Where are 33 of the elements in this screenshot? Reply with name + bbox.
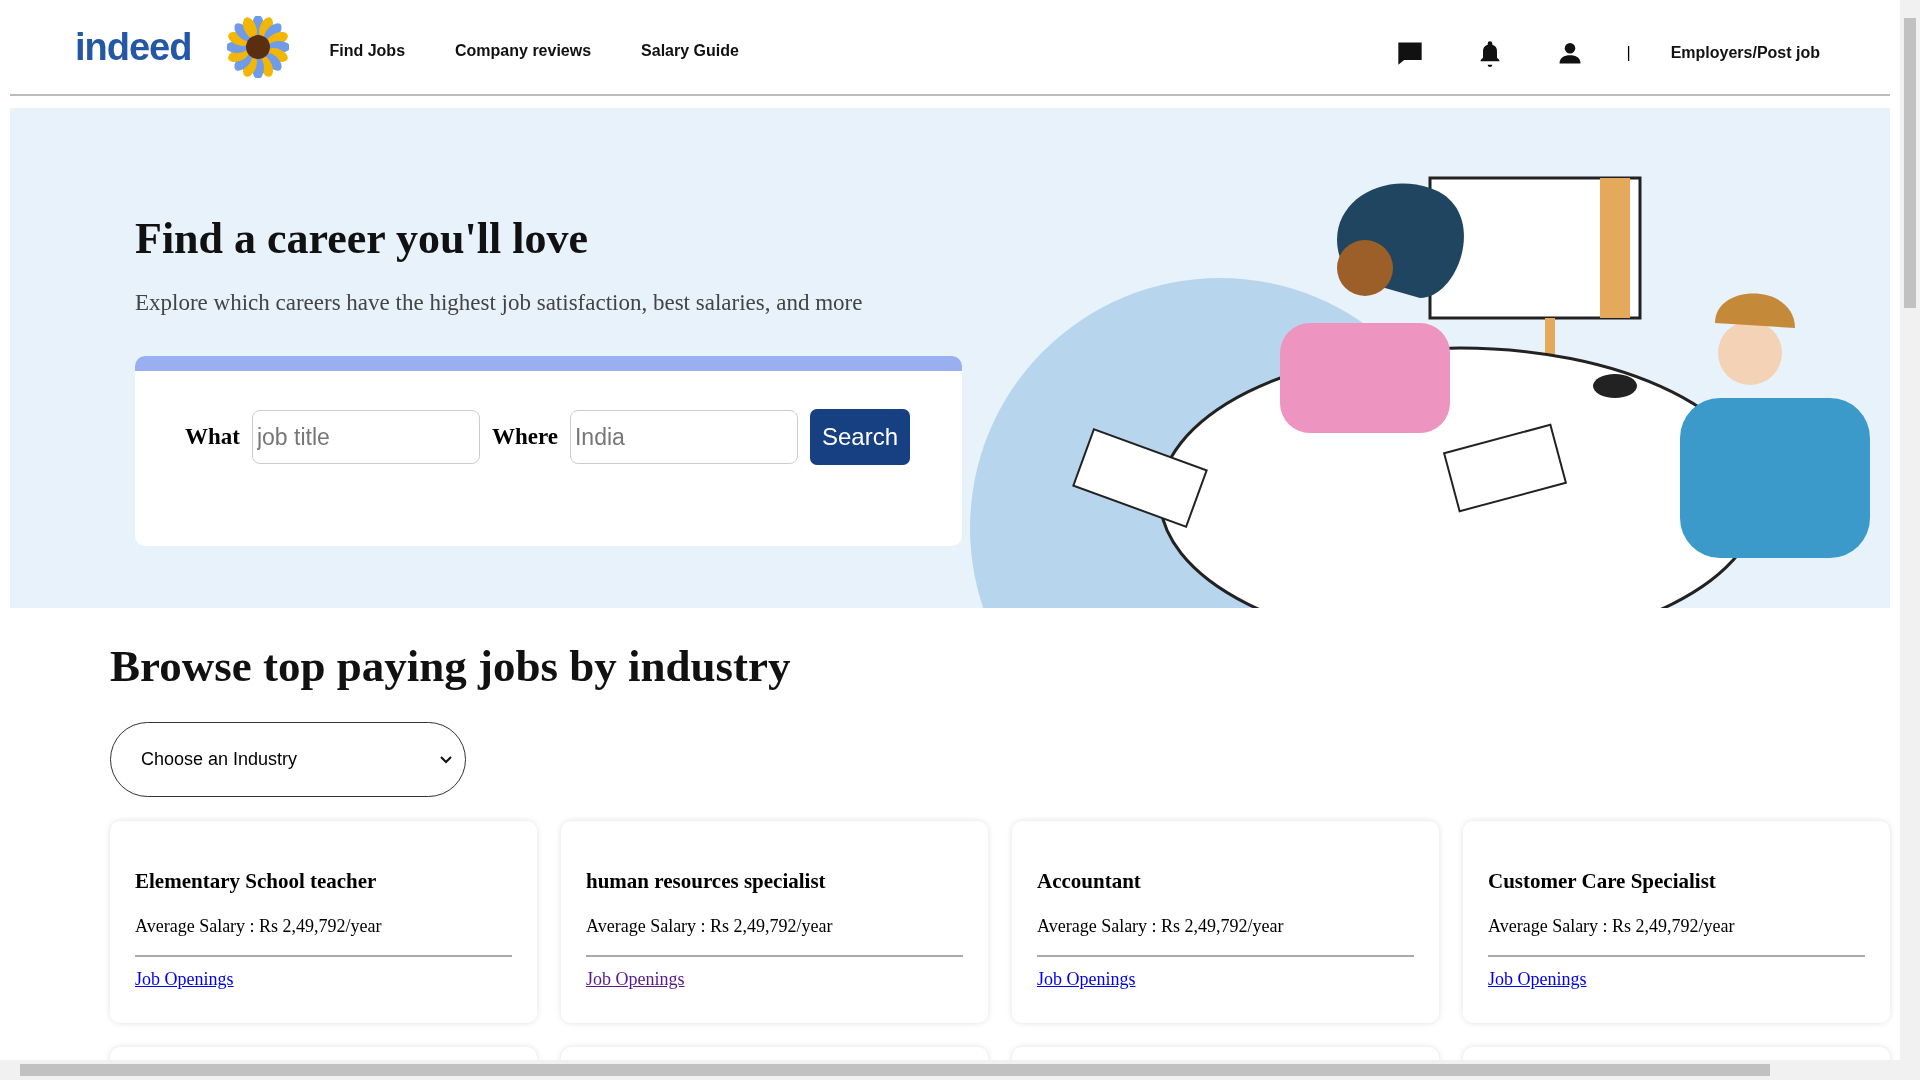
job-openings-link[interactable]: Job Openings [135, 969, 234, 990]
job-openings-link[interactable]: Job Openings [586, 969, 685, 990]
job-title: Customer Care Specialist [1488, 869, 1717, 894]
salary-text: Average Salary : Rs 2,49,792/year [586, 916, 963, 957]
salary-text: Average Salary : Rs 2,49,792/year [1488, 916, 1865, 957]
horizontal-scrollbar[interactable] [0, 1060, 1920, 1080]
hero-subtitle: Explore which careers have the highest job satisfaction, best salaries, and more [135, 290, 864, 316]
nav-link[interactable]: Salary Guide [641, 42, 739, 60]
section-title: Browse top paying jobs by industry [110, 640, 792, 692]
separator: | [1626, 44, 1631, 62]
nav-link[interactable]: Company reviews [455, 42, 592, 60]
sunflower-icon [227, 16, 290, 78]
job-title: Accountant [1037, 869, 1142, 894]
salary-text: Average Salary : Rs 2,49,792/year [135, 916, 512, 957]
where-label: Where [491, 424, 558, 450]
job-openings-link[interactable]: Job Openings [1488, 969, 1587, 990]
dropdown-label: Choose an Industry [141, 749, 298, 770]
salary-text: Average Salary : Rs 2,49,792/year [1037, 916, 1414, 957]
scrollbar-thumb[interactable] [20, 1064, 1770, 1076]
job-title: Elementary School teacher [135, 869, 378, 894]
job-title-field[interactable]: job title [251, 410, 480, 464]
employers-link[interactable]: Employers/Post job [1670, 44, 1820, 62]
nav-link[interactable]: Find Jobs [329, 42, 406, 60]
scrollbar-thumb[interactable] [1904, 18, 1916, 308]
job-title: human resources specialist [586, 869, 827, 894]
logo[interactable]: indeed [75, 25, 192, 69]
location-field[interactable]: India [569, 410, 798, 464]
industry-dropdown[interactable]: Choose an Industry [110, 722, 466, 797]
search-button[interactable]: Search [809, 409, 910, 465]
vertical-scrollbar[interactable] [1900, 0, 1920, 1060]
what-label: What [185, 424, 240, 450]
job-openings-link[interactable]: Job Openings [1037, 969, 1136, 990]
hero-title: Find a career you'll love [135, 213, 589, 264]
